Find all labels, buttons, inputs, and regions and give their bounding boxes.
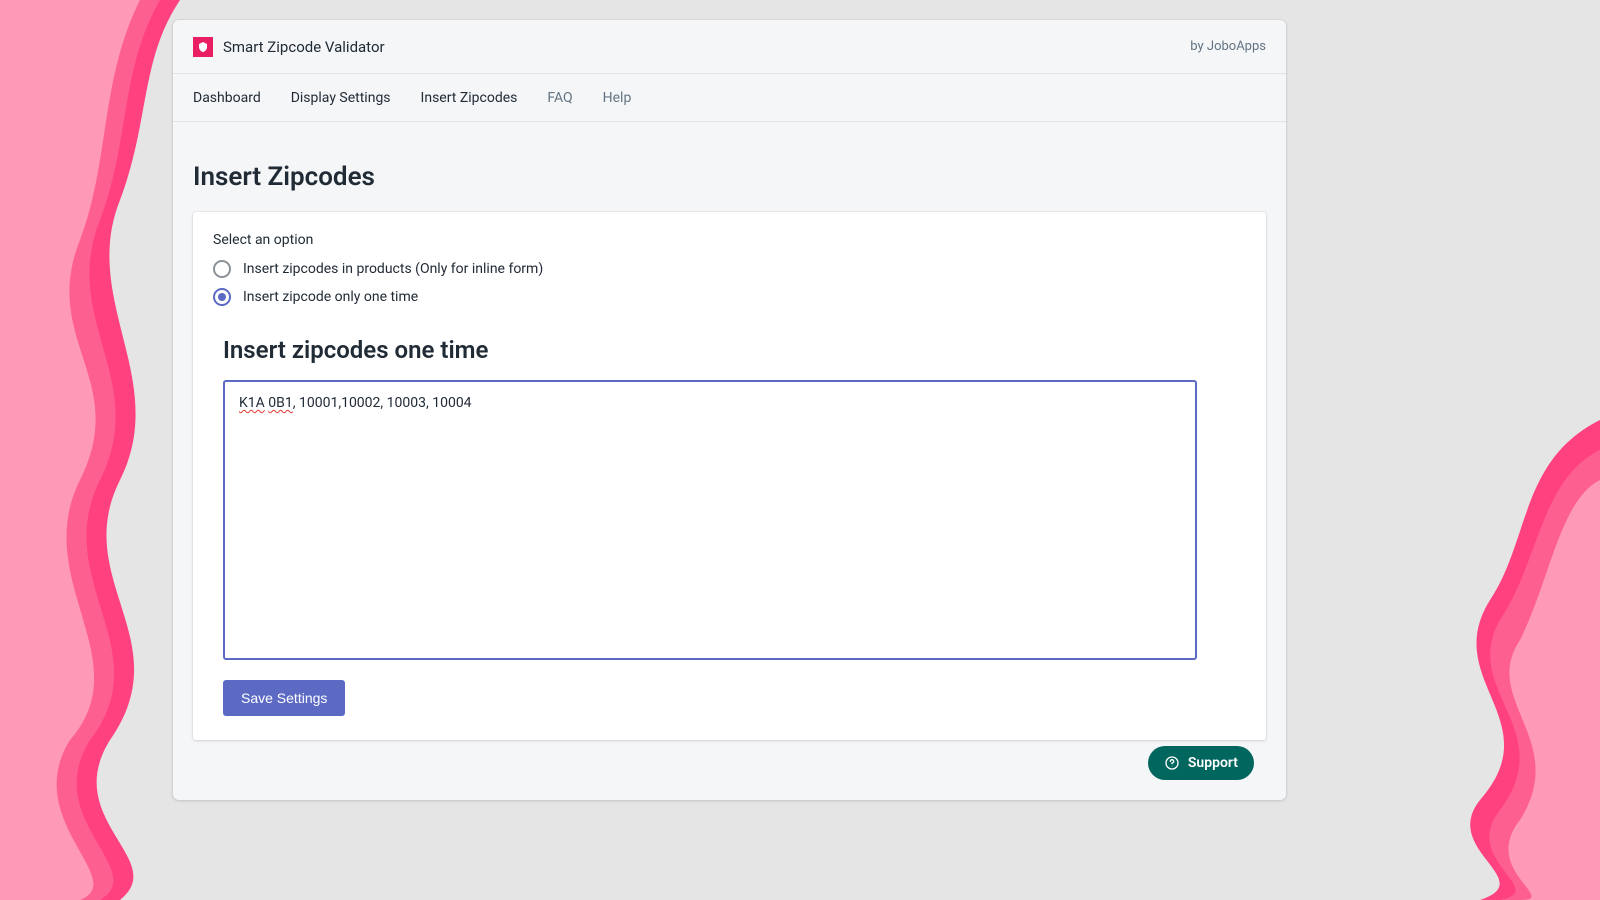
settings-card: Select an option Insert zipcodes in prod… <box>193 212 1266 740</box>
app-title: Smart Zipcode Validator <box>223 38 385 56</box>
app-nav: Dashboard Display Settings Insert Zipcod… <box>173 74 1286 122</box>
support-button[interactable]: Support <box>1148 746 1254 780</box>
radio-option-one-time[interactable]: Insert zipcode only one time <box>213 288 1246 306</box>
zipcodes-textarea[interactable]: K1A 0B1, 10001,10002, 10003, 10004 <box>223 380 1197 660</box>
support-label: Support <box>1188 755 1238 771</box>
help-circle-icon <box>1164 755 1180 771</box>
decorative-wave-right <box>1340 420 1600 900</box>
app-header: Smart Zipcode Validator by JoboApps <box>173 20 1286 74</box>
app-title-group: Smart Zipcode Validator <box>193 37 385 57</box>
nav-item-insert-zipcodes[interactable]: Insert Zipcodes <box>421 90 518 106</box>
radio-icon <box>213 288 231 306</box>
page-title: Insert Zipcodes <box>193 162 1266 192</box>
nav-item-display-settings[interactable]: Display Settings <box>291 90 391 106</box>
section-title: Insert zipcodes one time <box>223 336 1246 364</box>
app-logo-icon <box>193 37 213 57</box>
radio-option-products[interactable]: Insert zipcodes in products (Only for in… <box>213 260 1246 278</box>
nav-item-faq[interactable]: FAQ <box>547 90 572 106</box>
save-settings-button[interactable]: Save Settings <box>223 680 345 716</box>
option-group-label: Select an option <box>213 232 1246 248</box>
spellcheck-word: 0B1 <box>268 395 292 411</box>
radio-label: Insert zipcode only one time <box>243 289 418 305</box>
nav-item-help[interactable]: Help <box>603 90 632 106</box>
app-window: Smart Zipcode Validator by JoboApps Dash… <box>173 20 1286 800</box>
app-by-label: by JoboApps <box>1190 39 1266 54</box>
decorative-wave-left <box>0 0 180 900</box>
radio-label: Insert zipcodes in products (Only for in… <box>243 261 543 277</box>
spellcheck-word: K1A <box>239 395 265 411</box>
radio-icon <box>213 260 231 278</box>
nav-item-dashboard[interactable]: Dashboard <box>193 90 261 106</box>
page-content: Insert Zipcodes Select an option Insert … <box>173 122 1286 800</box>
